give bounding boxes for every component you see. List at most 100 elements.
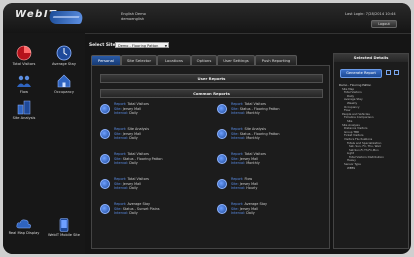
sidebar-item-label: WebIT Mobile Site bbox=[47, 233, 81, 237]
report-interval: Daily bbox=[129, 136, 138, 141]
tab-site-selector[interactable]: Site Selector bbox=[121, 55, 157, 65]
report-icon bbox=[100, 179, 110, 189]
report-name: Total Visitors bbox=[127, 152, 149, 156]
last-login-text: Last Login: 7/28/2014 10:44 bbox=[345, 12, 396, 16]
top-bar: WebIT English Demo demoenglish Last Logi… bbox=[3, 3, 411, 34]
pie-chart-icon bbox=[16, 45, 32, 61]
report-item[interactable]: Report: Average Stay Site: Status - Suns… bbox=[100, 202, 200, 218]
report-icon bbox=[100, 129, 110, 139]
sidebar-item-flow[interactable]: Flow bbox=[4, 73, 44, 94]
buildings-icon bbox=[17, 100, 31, 115]
logout-button[interactable]: Logout bbox=[371, 20, 397, 28]
report-icon bbox=[217, 129, 227, 139]
report-item[interactable]: Report: Total Visitors Site: Status - Fl… bbox=[217, 102, 317, 118]
cloud-icon bbox=[16, 219, 31, 229]
common-reports-header: Common Reports bbox=[100, 89, 323, 98]
report-icon bbox=[100, 154, 110, 164]
report-site: Jersey Mall bbox=[239, 181, 259, 186]
report-item[interactable]: Report: Site Analysis Site: Jersey Mall … bbox=[100, 127, 200, 143]
report-interval: Daily bbox=[129, 211, 138, 216]
sidebar-item-average-stay[interactable]: Average Stay bbox=[44, 45, 84, 66]
report-name: Total Visitors bbox=[244, 152, 266, 156]
report-interval: Monthly bbox=[246, 111, 260, 116]
report-name: Site Analysis bbox=[244, 127, 267, 131]
sidebar-item-occupancy[interactable]: Occupancy bbox=[44, 73, 84, 94]
report-icon bbox=[100, 204, 110, 214]
report-site: Jersey Mall bbox=[239, 206, 259, 211]
clock-icon bbox=[56, 45, 72, 61]
app-window: WebIT English Demo demoenglish Last Logi… bbox=[3, 3, 411, 254]
sidebar-item-label: Site Analysis bbox=[12, 116, 36, 120]
report-site: Jersey Mall bbox=[239, 156, 259, 161]
report-icon bbox=[217, 179, 227, 189]
report-item[interactable]: Report: Average Stay Site: Jersey Mall I… bbox=[217, 202, 317, 218]
tab-locations[interactable]: Locations bbox=[157, 55, 191, 65]
report-site: Status - Flooring Patton bbox=[122, 156, 163, 161]
report-interval: Daily bbox=[129, 161, 138, 166]
report-icon bbox=[217, 204, 227, 214]
report-tree: Demo - Flooring Patton Site Map Total Vi… bbox=[339, 84, 405, 170]
selected-details-panel: Selected Details Generate Report Demo - … bbox=[333, 53, 409, 249]
sidebar-item-label: Real Map Display bbox=[8, 231, 40, 235]
webit-logo[interactable]: WebIT bbox=[15, 9, 105, 27]
sidebar: Total Visitors Average Stay Flow Occupan… bbox=[3, 33, 85, 254]
report-icon bbox=[217, 154, 227, 164]
report-site: Status - Flooring Patton bbox=[239, 106, 280, 111]
report-item[interactable]: Report: Total Visitors Site: Jersey Mall… bbox=[100, 102, 200, 118]
report-interval: Daily bbox=[129, 111, 138, 116]
report-name: Flow bbox=[244, 177, 253, 181]
report-name: Site Analysis bbox=[127, 127, 150, 131]
report-site: Jersey Mall bbox=[122, 181, 142, 186]
tab-options[interactable]: Options bbox=[191, 55, 217, 65]
report-name: Total Visitors bbox=[244, 102, 266, 106]
user-id: demoenglish bbox=[121, 17, 145, 21]
report-item[interactable]: Report: Flow Site: Jersey Mall Interval:… bbox=[217, 177, 317, 193]
chevron-down-icon: ▼ bbox=[164, 44, 167, 48]
report-icon bbox=[217, 104, 227, 114]
user-reports-header: User Reports bbox=[100, 74, 323, 83]
sidebar-item-total-visitors[interactable]: Total Visitors bbox=[4, 45, 44, 66]
generate-report-button[interactable]: Generate Report bbox=[340, 69, 382, 78]
tab-personal[interactable]: Personal bbox=[91, 55, 121, 65]
sidebar-item-site-analysis[interactable]: Site Analysis bbox=[4, 99, 44, 120]
sidebar-item-webit-mobile-site[interactable]: WebIT Mobile Site bbox=[44, 218, 84, 237]
report-interval: Daily bbox=[129, 186, 138, 191]
tab-push-reporting[interactable]: Push Reporting bbox=[255, 55, 297, 65]
export-icon[interactable] bbox=[386, 70, 391, 75]
sidebar-item-real-map-display[interactable]: Real Map Display bbox=[4, 218, 44, 235]
tree-item[interactable]: WEBS bbox=[339, 167, 405, 171]
report-site: Status - Sunset Plains bbox=[122, 206, 160, 211]
report-interval: Hourly bbox=[246, 186, 258, 191]
report-interval: Monthly bbox=[246, 161, 260, 166]
selected-details-title: Selected Details bbox=[334, 54, 408, 62]
report-site: Status - Flooring Patton bbox=[239, 131, 280, 136]
report-item[interactable]: Report: Total Visitors Site: Status - Fl… bbox=[100, 152, 200, 168]
sidebar-item-label: Total Visitors bbox=[12, 62, 36, 66]
report-site: Jersey Mall bbox=[122, 131, 142, 136]
tab-user-settings[interactable]: User Settings bbox=[217, 55, 255, 65]
phone-icon bbox=[59, 218, 69, 232]
people-flow-icon bbox=[17, 75, 31, 87]
settings-icon[interactable] bbox=[394, 70, 399, 75]
sidebar-item-label: Occupancy bbox=[54, 90, 74, 94]
house-icon bbox=[57, 74, 71, 88]
site-dropdown[interactable]: Demo - Flooring Patton ▼ bbox=[115, 42, 169, 48]
report-name: Total Visitors bbox=[127, 177, 149, 181]
main-content: User Reports Common Reports Report: Tota… bbox=[91, 65, 330, 249]
sidebar-item-label: Average Stay bbox=[52, 62, 76, 66]
report-icon bbox=[100, 104, 110, 114]
select-site-label: Select Site bbox=[89, 43, 116, 48]
report-item[interactable]: Report: Total Visitors Site: Jersey Mall… bbox=[217, 152, 317, 168]
report-item[interactable]: Report: Site Analysis Site: Status - Flo… bbox=[217, 127, 317, 143]
report-name: Total Visitors bbox=[127, 102, 149, 106]
report-name: Average Stay bbox=[244, 202, 268, 206]
report-site: Jersey Mall bbox=[122, 106, 142, 111]
report-interval: Daily bbox=[246, 211, 255, 216]
sidebar-item-label: Flow bbox=[19, 90, 29, 94]
report-name: Average Stay bbox=[127, 202, 151, 206]
logo-swoosh-icon bbox=[46, 11, 86, 24]
report-item[interactable]: Report: Total Visitors Site: Jersey Mall… bbox=[100, 177, 200, 193]
report-interval: Monthly bbox=[246, 136, 260, 141]
site-dropdown-value: Demo - Flooring Patton bbox=[118, 44, 159, 48]
user-info: English Demo demoenglish bbox=[121, 12, 146, 22]
